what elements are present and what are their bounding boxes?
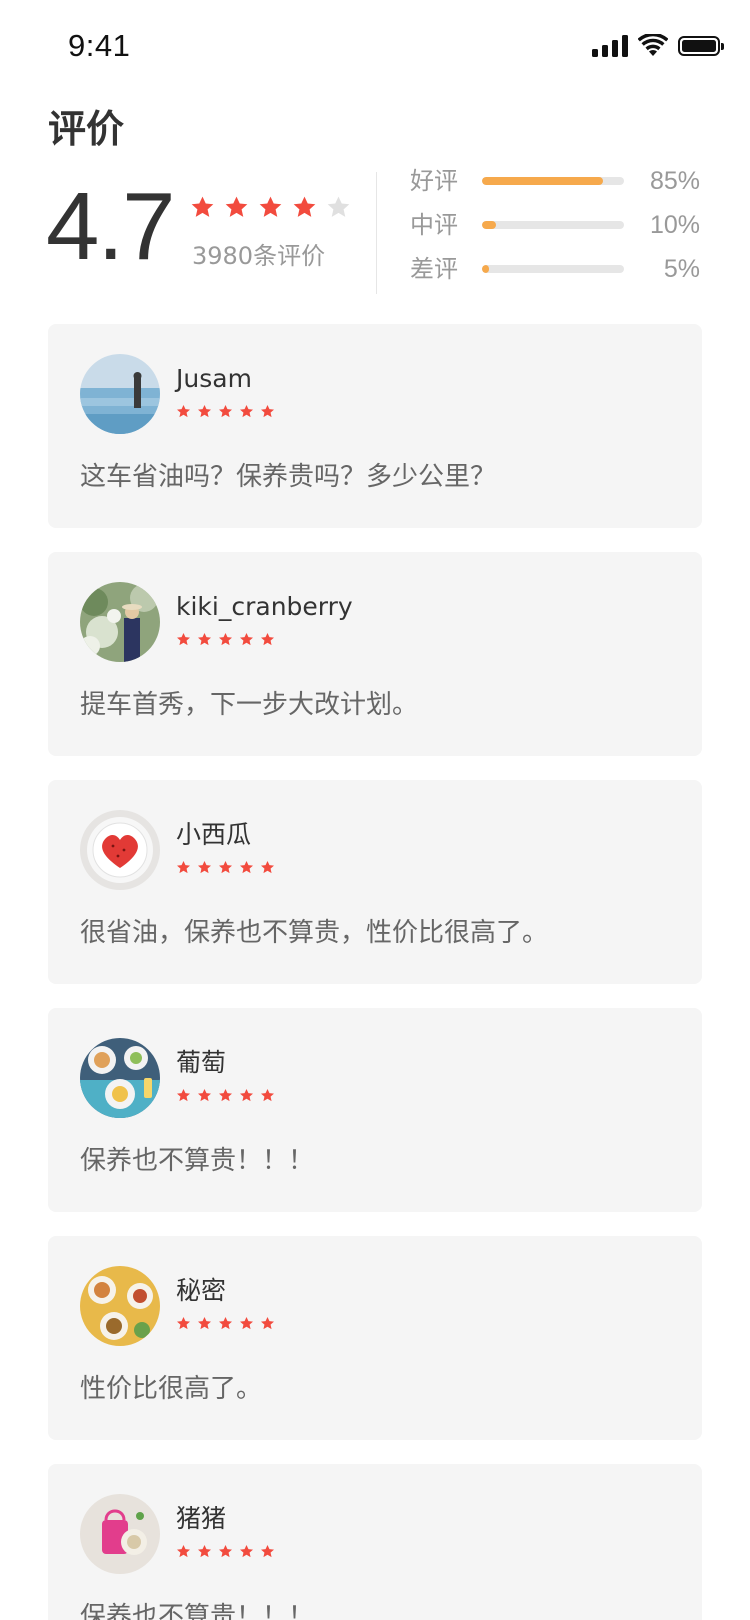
distribution-row-bad: 差评 5% [410, 254, 700, 284]
review-card[interactable]: kiki_cranberry 提车首秀，下一步大改计划。 [48, 552, 702, 756]
reviewer-name: kiki_cranberry [176, 592, 353, 621]
avatar-seaside-photo-icon[interactable] [80, 354, 160, 434]
review-text: 性价比很高了。 [80, 1374, 263, 1404]
review-list: Jusam 这车省油吗？保养贵吗？多少公里？ kiki_cranberry 提车… [48, 324, 702, 1620]
distribution-bar-fill [482, 265, 490, 273]
star-filled-icon [240, 404, 253, 418]
average-rating-score: 4.7 [46, 173, 175, 280]
avatar-flower-garden-photo-icon[interactable] [80, 582, 160, 662]
star-filled-icon [240, 860, 253, 874]
review-card[interactable]: Jusam 这车省油吗？保养贵吗？多少公里？ [48, 324, 702, 528]
star-filled-icon [219, 404, 232, 418]
star-filled-icon [261, 860, 274, 874]
review-stars [176, 860, 275, 875]
review-text: 这车省油吗？保养贵吗？多少公里？ [80, 462, 497, 492]
summary-divider [376, 172, 377, 294]
review-text: 保养也不算贵！！！ [80, 1602, 315, 1620]
review-card[interactable]: 猪猪 保养也不算贵！！！ [48, 1464, 702, 1620]
star-filled-icon [259, 196, 282, 217]
star-filled-icon [198, 860, 211, 874]
star-filled-icon [261, 1544, 274, 1558]
star-filled-icon [261, 404, 274, 418]
distribution-label: 差评 [410, 255, 458, 283]
distribution-row-good: 好评 85% [410, 166, 700, 196]
star-filled-icon [225, 196, 248, 217]
status-bar: 9:41 [0, 0, 750, 88]
distribution-percent: 5% [663, 255, 700, 283]
status-icons [592, 34, 724, 58]
star-filled-icon [177, 860, 190, 874]
review-text: 保养也不算贵！！！ [80, 1146, 315, 1176]
cellular-signal-icon [592, 35, 628, 57]
review-card[interactable]: 葡萄 保养也不算贵！！！ [48, 1008, 702, 1212]
distribution-bar-track [482, 221, 624, 229]
star-empty-icon [327, 196, 350, 217]
star-filled-icon [177, 1316, 190, 1330]
avatar-food-table-photo-icon[interactable] [80, 1266, 160, 1346]
review-card[interactable]: 秘密 性价比很高了。 [48, 1236, 702, 1440]
star-filled-icon [198, 1088, 211, 1102]
star-filled-icon [177, 404, 190, 418]
distribution-row-neutral: 中评 10% [410, 210, 700, 240]
review-stars [176, 1316, 275, 1331]
distribution-bar-track [482, 177, 624, 185]
reviewer-name: 小西瓜 [176, 820, 252, 849]
reviewer-name: 葡萄 [176, 1048, 227, 1077]
star-filled-icon [219, 1316, 232, 1330]
star-filled-icon [240, 1088, 253, 1102]
star-filled-icon [240, 1316, 253, 1330]
average-rating-stars [190, 195, 351, 220]
reviewer-name: 秘密 [176, 1276, 227, 1305]
star-filled-icon [240, 1544, 253, 1558]
distribution-bar-fill [482, 177, 603, 185]
star-filled-icon [219, 1088, 232, 1102]
review-stars [176, 632, 275, 647]
star-filled-icon [293, 196, 316, 217]
review-card[interactable]: 小西瓜 很省油，保养也不算贵，性价比很高了。 [48, 780, 702, 984]
reviewer-name: Jusam [176, 364, 252, 393]
star-filled-icon [219, 632, 232, 646]
distribution-percent: 10% [649, 211, 700, 239]
star-filled-icon [198, 1544, 211, 1558]
distribution-label: 中评 [410, 211, 458, 239]
avatar-watermelon-heart-photo-icon[interactable] [80, 810, 160, 890]
review-stars [176, 1544, 275, 1559]
star-filled-icon [261, 632, 274, 646]
review-stars [176, 404, 275, 419]
star-filled-icon [177, 1544, 190, 1558]
star-filled-icon [198, 1316, 211, 1330]
page-title: 评价 [48, 107, 125, 151]
reviewer-name: 猪猪 [176, 1504, 227, 1533]
review-stars [176, 1088, 275, 1103]
review-text: 很省油，保养也不算贵，性价比很高了。 [80, 918, 549, 948]
avatar-pink-bag-photo-icon[interactable] [80, 1494, 160, 1574]
star-filled-icon [198, 632, 211, 646]
star-filled-icon [198, 404, 211, 418]
star-filled-icon [191, 196, 214, 217]
distribution-bar-fill [482, 221, 497, 229]
distribution-percent: 85% [649, 167, 700, 195]
star-filled-icon [219, 1544, 232, 1558]
review-text: 提车首秀，下一步大改计划。 [80, 690, 419, 720]
battery-icon [678, 36, 724, 56]
star-filled-icon [261, 1316, 274, 1330]
star-filled-icon [261, 1088, 274, 1102]
wifi-icon [638, 34, 668, 56]
star-filled-icon [177, 632, 190, 646]
reviews-page: 9:41 评价 4.7 3980条评价 好评 85% 中评 10% 差评 5% … [0, 0, 750, 1620]
star-filled-icon [240, 632, 253, 646]
avatar-food-plates-photo-icon[interactable] [80, 1038, 160, 1118]
distribution-bar-track [482, 265, 624, 273]
review-count: 3980条评价 [192, 242, 326, 270]
status-time: 9:41 [68, 28, 131, 63]
distribution-label: 好评 [410, 167, 458, 195]
star-filled-icon [177, 1088, 190, 1102]
star-filled-icon [219, 860, 232, 874]
